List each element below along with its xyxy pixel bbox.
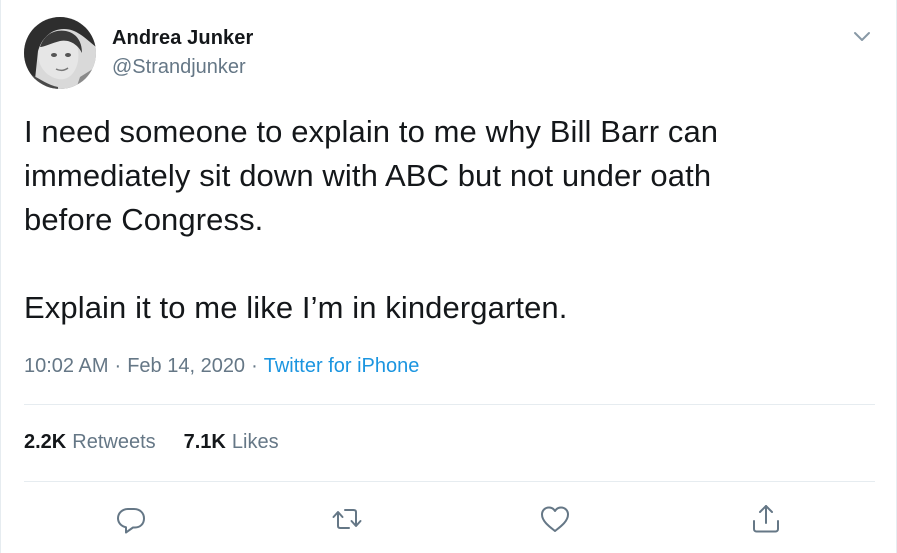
- tweet-source-link[interactable]: Twitter for iPhone: [264, 355, 420, 377]
- tweet-text: I need someone to explain to me why Bill…: [24, 114, 719, 325]
- tweet-date[interactable]: Feb 14, 2020: [127, 355, 245, 377]
- reply-button[interactable]: [114, 502, 148, 536]
- share-button[interactable]: [749, 502, 783, 536]
- author-name[interactable]: Andrea Junker: [112, 27, 253, 50]
- likes-stat[interactable]: 7.1K Likes: [184, 431, 279, 454]
- divider: [24, 481, 875, 482]
- share-icon: [753, 505, 779, 533]
- avatar-photo: [24, 17, 96, 89]
- tweet-stats: 2.2K Retweets 7.1K Likes: [24, 431, 307, 454]
- retweet-icon: [332, 509, 362, 529]
- heart-icon: [541, 506, 569, 532]
- avatar[interactable]: [24, 17, 96, 89]
- meta-separator: ·: [114, 355, 122, 377]
- tweet-card: Andrea Junker @Strandjunker I need someo…: [0, 0, 897, 553]
- meta-separator: ·: [251, 355, 258, 377]
- like-button[interactable]: [538, 502, 572, 536]
- retweets-label: Retweets: [72, 431, 156, 453]
- likes-count: 7.1K: [183, 431, 226, 453]
- tweet-time[interactable]: 10:02 AM: [24, 355, 109, 377]
- retweet-button[interactable]: [330, 502, 364, 536]
- likes-label: Likes: [231, 431, 279, 453]
- divider: [24, 404, 875, 405]
- author-handle[interactable]: @Strandjunker: [112, 56, 246, 79]
- reply-icon: [117, 508, 145, 534]
- tweet-meta: 10:02 AM · Feb 14, 2020 · Twitter for iPhone: [24, 355, 419, 378]
- chevron-down-icon[interactable]: [851, 25, 873, 47]
- retweets-count: 2.2K: [24, 431, 67, 453]
- retweets-stat[interactable]: 2.2K Retweets: [24, 431, 156, 454]
